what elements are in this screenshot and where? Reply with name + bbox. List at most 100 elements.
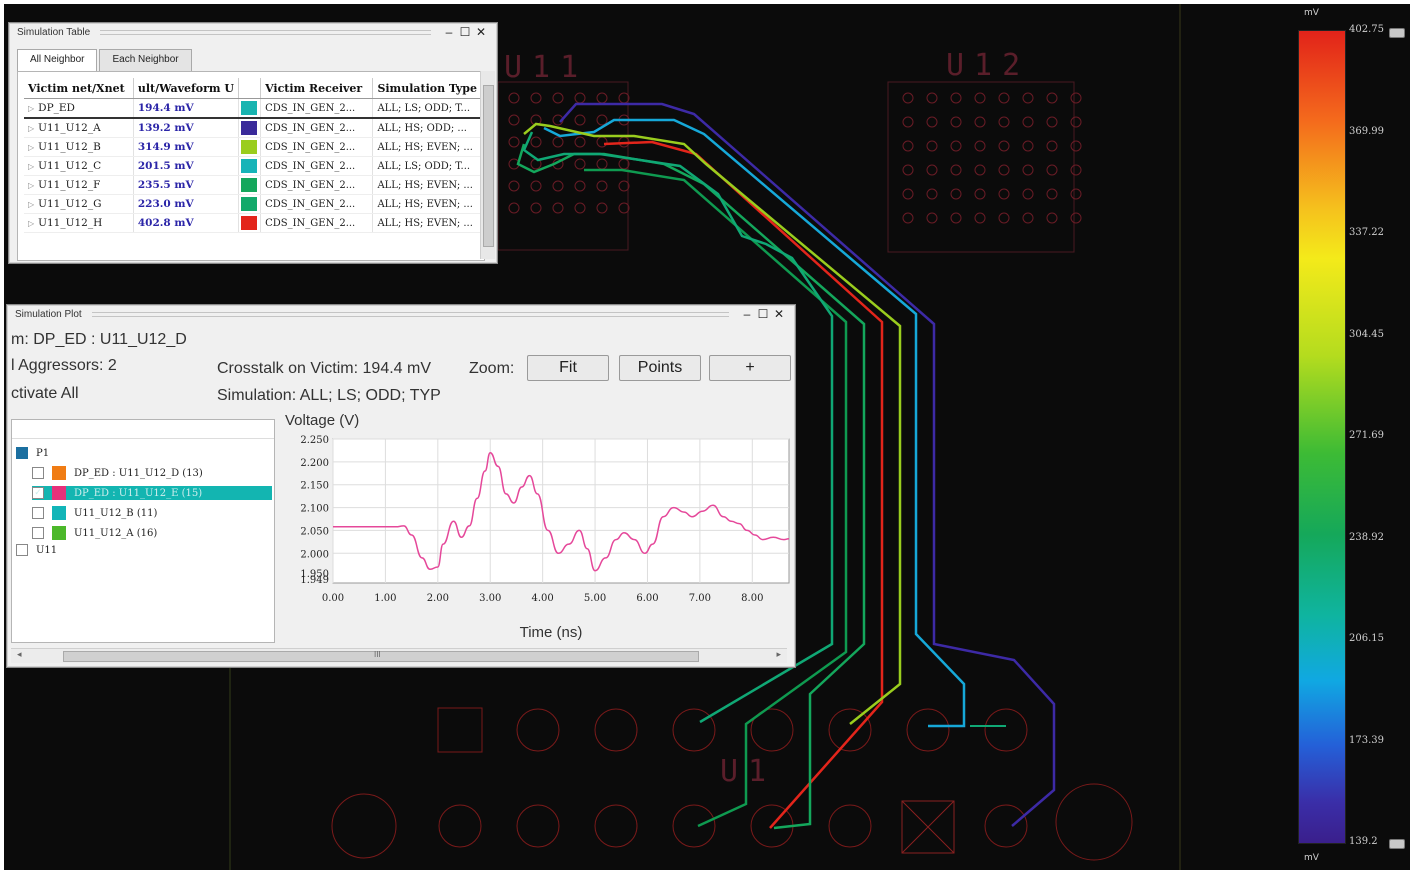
row-color-cell (238, 194, 262, 214)
expand-arrow-icon[interactable]: ▷ (28, 124, 34, 133)
tree-net-item[interactable]: DP_ED : U11_U12_D (13) (32, 466, 203, 480)
maximize-icon[interactable]: ☐ (457, 25, 473, 39)
tab-each-neighbor[interactable]: Each Neighbor (99, 49, 192, 71)
row-sim-type: ALL; HS; EVEN; ... (372, 194, 482, 214)
row-color-swatch[interactable] (240, 121, 257, 135)
group-checkbox[interactable] (16, 447, 28, 459)
table-row[interactable]: ▷ U11_U12_H 402.8 mV CDS_IN_GEN_2... ALL; HS… (24, 213, 482, 233)
tree-net-item[interactable]: U11_U12_A (16) (32, 526, 157, 540)
row-net-name: U11_U12_B (38, 141, 101, 153)
col-victim-net[interactable]: Victim net/Xnet (24, 78, 134, 99)
net-color-swatch (52, 506, 66, 520)
pcb-pad (1046, 140, 1058, 152)
close-icon[interactable]: ✕ (473, 25, 489, 39)
pcb-pad (1046, 116, 1058, 128)
table-window-titlebar[interactable]: Simulation Table – ☐ ✕ (9, 23, 497, 41)
row-color-swatch[interactable] (240, 140, 257, 154)
pcb-pad (950, 116, 962, 128)
net-checkbox[interactable] (32, 507, 44, 519)
row-value: 194.4 mV (133, 98, 239, 119)
connector-pad (984, 708, 1028, 752)
minimize-icon[interactable]: – (441, 25, 457, 39)
close-icon[interactable]: ✕ (771, 307, 787, 321)
plot-window-title: Simulation Plot (15, 308, 82, 320)
x-tick-label: 0.00 (322, 593, 344, 604)
maximize-icon[interactable]: ☐ (755, 307, 771, 321)
tree-net-item[interactable]: ✓ DP_ED : U11_U12_E (15) (32, 486, 272, 500)
scroll-left-icon[interactable]: ◂ (17, 649, 22, 660)
pcb-pad (926, 212, 938, 224)
plot-horizontal-scrollbar[interactable]: ◂ III ▸ (11, 648, 787, 663)
pcb-pad (926, 188, 938, 200)
tree-group-label: U11 (36, 544, 58, 556)
table-vertical-scrollbar[interactable] (480, 71, 495, 259)
scale-max-handle[interactable] (1389, 28, 1405, 38)
table-row[interactable]: ▷ U11_U12_C 201.5 mV CDS_IN_GEN_2... ALL; LS… (24, 156, 482, 176)
tree-group-p1[interactable]: P1 (16, 447, 49, 459)
expand-arrow-icon[interactable]: ▷ (28, 181, 34, 190)
expand-arrow-icon[interactable]: ▷ (28, 200, 34, 209)
col-victim-receiver[interactable]: Victim Receiver (260, 78, 374, 99)
expand-arrow-icon[interactable]: ▷ (28, 104, 34, 113)
pcb-pad (1022, 188, 1034, 200)
net-checkbox[interactable] (32, 527, 44, 539)
connector-pad (516, 708, 560, 752)
row-color-swatch[interactable] (240, 197, 257, 211)
pcb-pad (902, 164, 914, 176)
expand-arrow-icon[interactable]: ▷ (28, 162, 34, 171)
table-row[interactable]: ▷ U11_U12_G 223.0 mV CDS_IN_GEN_2... ALL; HS… (24, 194, 482, 214)
row-color-swatch[interactable] (240, 159, 257, 173)
scale-tick-label: 238.92 (1349, 531, 1384, 543)
pcb-pad (596, 202, 608, 214)
simulation-table[interactable]: Victim net/Xnet ult/Waveform U Victim Re… (17, 71, 485, 261)
waveform-plot[interactable]: 2.250 2.200 2.150 2.100 2.050 2.000 1.950 1.949… (285, 409, 791, 649)
table-row[interactable]: ▷ U11_U12_B 314.9 mV CDS_IN_GEN_2... ALL; HS… (24, 137, 482, 157)
scale-tick-label: 369.99 (1349, 125, 1384, 137)
aggressors-count: l Aggressors: 2 (11, 357, 117, 374)
table-row[interactable]: ▷ U11_U12_A 139.2 mV CDS_IN_GEN_2... ALL; HS… (24, 118, 482, 138)
pcb-pad (530, 136, 542, 148)
scroll-right-icon[interactable]: ▸ (776, 649, 781, 660)
plot-window-titlebar[interactable]: Simulation Plot – ☐ ✕ (7, 305, 795, 323)
net-checkbox[interactable] (32, 467, 44, 479)
row-color-swatch[interactable] (240, 101, 257, 115)
net-checkbox[interactable]: ✓ (32, 487, 44, 499)
pcb-pad (552, 180, 564, 192)
simulation-table-window[interactable]: Simulation Table – ☐ ✕ All Neighbor Each… (8, 22, 498, 264)
pcb-pad (974, 140, 986, 152)
activate-all-link[interactable]: ctivate All (11, 385, 79, 403)
pcb-pad (596, 136, 608, 148)
expand-arrow-icon[interactable]: ▷ (28, 219, 34, 228)
zoom-fit-button[interactable]: Fit (527, 355, 609, 381)
tree-header (12, 420, 274, 439)
table-row[interactable]: ▷ DP_ED 194.4 mV CDS_IN_GEN_2... ALL; LS; OD… (24, 98, 482, 119)
simulation-plot-window[interactable]: Simulation Plot – ☐ ✕ m: DP_ED : U11_U12… (6, 304, 796, 668)
pcb-pad (596, 114, 608, 126)
scale-min-handle[interactable] (1389, 839, 1405, 849)
row-net-name: U11_U12_C (38, 160, 102, 172)
row-value: 235.5 mV (133, 175, 239, 195)
pcb-pad (574, 92, 586, 104)
color-scale-bar (1298, 30, 1346, 844)
tree-net-label: U11_U12_A (16) (74, 527, 158, 539)
tree-net-item[interactable]: U11_U12_B (11) (32, 506, 157, 520)
col-simulation-type[interactable]: Simulation Type (372, 78, 482, 99)
row-value: 223.0 mV (133, 194, 239, 214)
zoom-points-button[interactable]: Points (619, 355, 701, 381)
row-net-name: U11_U12_A (38, 122, 101, 134)
row-color-swatch[interactable] (240, 178, 257, 192)
row-net-cell: ▷ U11_U12_B (24, 137, 134, 157)
zoom-in-button[interactable]: + (709, 355, 791, 381)
row-net-cell: ▷ U11_U12_G (24, 194, 134, 214)
group-checkbox[interactable] (16, 544, 28, 556)
col-result-waveform[interactable]: ult/Waveform U (133, 78, 239, 99)
table-row[interactable]: ▷ U11_U12_F 235.5 mV CDS_IN_GEN_2... ALL; HS… (24, 175, 482, 195)
expand-arrow-icon[interactable]: ▷ (28, 143, 34, 152)
net-tree[interactable]: P1 DP_ED : U11_U12_D (13) ✓ DP_ED : U11_U1… (11, 419, 275, 643)
row-sim-type: ALL; HS; ODD; ... (372, 118, 482, 138)
row-color-swatch[interactable] (240, 216, 257, 230)
tree-group-u11[interactable]: U11 (16, 544, 57, 556)
row-net-name: DP_ED (38, 102, 75, 114)
minimize-icon[interactable]: – (739, 307, 755, 321)
tab-all-neighbor[interactable]: All Neighbor (17, 49, 98, 71)
